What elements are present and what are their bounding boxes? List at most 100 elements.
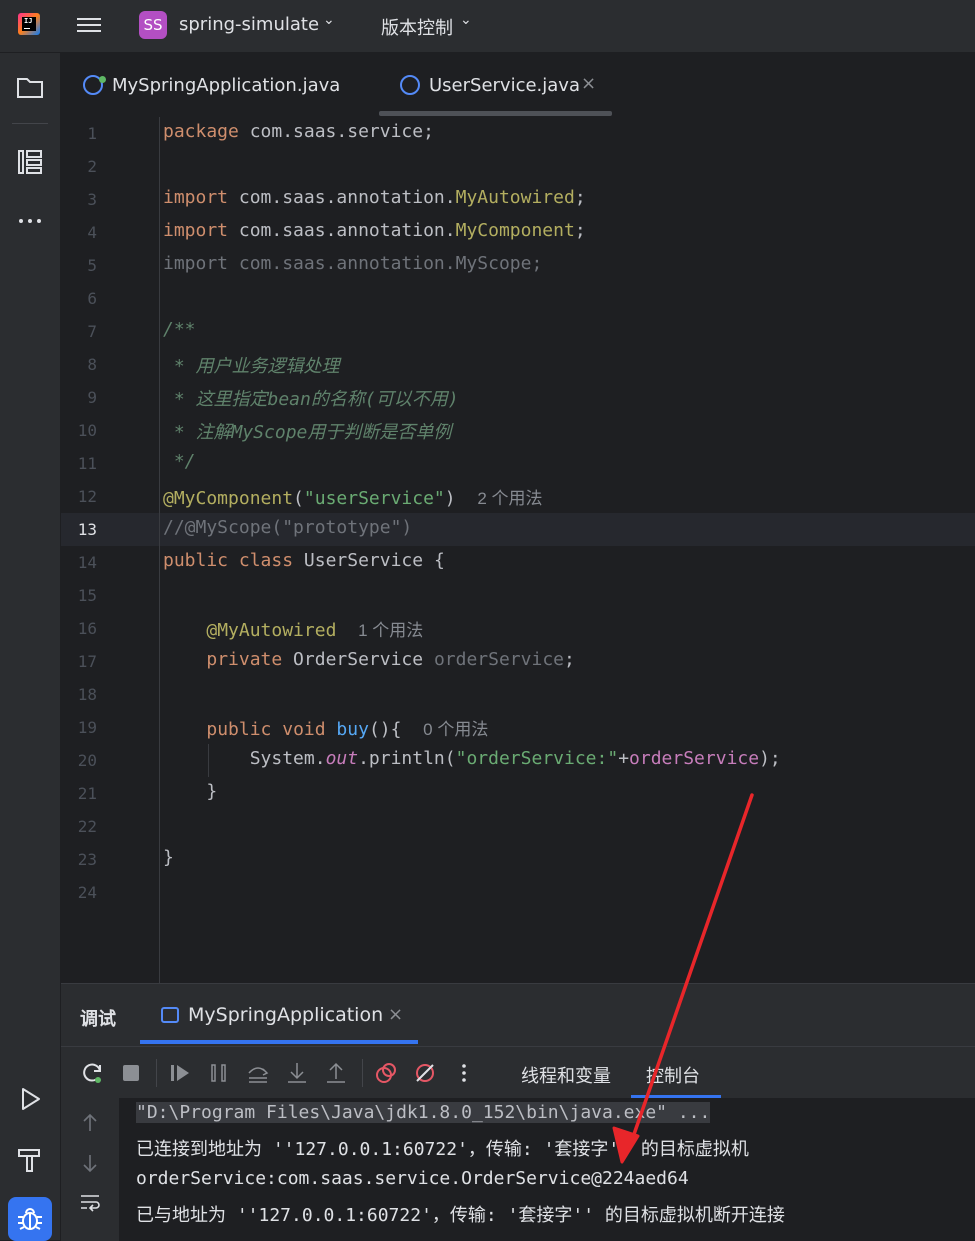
editor-tabs: MySpringApplication.java UserService.jav…	[61, 53, 975, 118]
code-line: @MyComponent("userService") 2 个用法	[163, 488, 543, 509]
tab-debug-session[interactable]: MySpringApplication	[188, 1004, 383, 1026]
active-tab-indicator	[140, 1040, 418, 1044]
console-actions	[61, 1098, 119, 1241]
code-line: public class UserService {	[163, 550, 445, 571]
line-number[interactable]: 24	[61, 883, 97, 902]
code-line: import com.saas.annotation.MyAutowired;	[163, 187, 586, 208]
line-number[interactable]: 17	[61, 652, 97, 671]
close-icon[interactable]: ×	[388, 1004, 403, 1025]
gutter-divider	[159, 117, 160, 983]
line-number[interactable]: 13	[61, 520, 97, 539]
tab-userservice[interactable]: UserService.java ×	[386, 53, 611, 117]
code-line-comment: */	[163, 451, 196, 472]
arrow-down-icon[interactable]	[79, 1152, 101, 1174]
line-number[interactable]: 7	[61, 322, 97, 341]
line-number[interactable]: 10	[61, 421, 97, 440]
console-line: 已连接到地址为 ''127.0.0.1:60722'，传输: '套接字'' 的目…	[136, 1139, 749, 1160]
build-hammer-icon[interactable]	[14, 1143, 46, 1175]
step-out-icon[interactable]	[324, 1061, 348, 1085]
line-number[interactable]: 21	[61, 784, 97, 803]
bug-icon	[18, 1208, 42, 1230]
debug-panel: 调试 MySpringApplication × 线程和变量 控制台 "D:\P…	[61, 983, 975, 1241]
more-options-icon[interactable]	[452, 1061, 476, 1085]
code-line-comment: * 用户业务逻辑处理	[163, 356, 340, 377]
line-number[interactable]: 5	[61, 256, 97, 275]
line-number[interactable]: 8	[61, 355, 97, 374]
java-class-icon	[400, 75, 420, 95]
line-number[interactable]: 12	[61, 487, 97, 506]
usages-hint[interactable]: 0 个用法	[423, 720, 488, 739]
rerun-icon[interactable]	[81, 1061, 105, 1085]
console-line: orderService:com.saas.service.OrderServi…	[136, 1168, 689, 1189]
line-number[interactable]: 4	[61, 223, 97, 242]
code-line-unused-import: import com.saas.annotation.MyScope;	[163, 253, 543, 274]
debug-toolbar: 线程和变量 控制台	[61, 1046, 975, 1099]
stop-icon[interactable]	[119, 1061, 143, 1085]
usages-hint[interactable]: 2 个用法	[477, 489, 542, 508]
mute-breakpoints-icon[interactable]	[413, 1061, 437, 1085]
code-line-comment: //@MyScope("prototype")	[163, 517, 413, 538]
step-over-icon[interactable]	[246, 1061, 270, 1085]
code-line: @MyAutowired 1 个用法	[206, 620, 424, 641]
view-breakpoints-icon[interactable]	[374, 1061, 398, 1085]
more-tools-icon[interactable]	[14, 205, 46, 237]
strip-divider	[12, 123, 48, 124]
line-number[interactable]: 2	[61, 157, 97, 176]
debug-tool-button[interactable]	[8, 1197, 52, 1241]
console-line-command: "D:\Program Files\Java\jdk1.8.0_152\bin\…	[136, 1102, 711, 1123]
java-class-icon	[83, 75, 106, 95]
code-line: package com.saas.service;	[163, 121, 434, 142]
line-number[interactable]: 19	[61, 718, 97, 737]
vcs-menu[interactable]: 版本控制	[381, 14, 453, 40]
resume-icon[interactable]	[168, 1061, 192, 1085]
chevron-down-icon[interactable]: ⌄	[323, 12, 335, 28]
tab-label: UserService.java	[429, 75, 580, 96]
console-line: 已与地址为 ''127.0.0.1:60722'，传输: '套接字'' 的目标虚…	[136, 1205, 785, 1226]
tab-console[interactable]: 控制台	[646, 1062, 700, 1088]
code-line: public void buy(){ 0 个用法	[206, 719, 489, 740]
line-number[interactable]: 18	[61, 685, 97, 704]
tab-threads-variables[interactable]: 线程和变量	[521, 1062, 611, 1088]
line-number[interactable]: 23	[61, 850, 97, 869]
step-into-icon[interactable]	[285, 1061, 309, 1085]
line-number[interactable]: 22	[61, 817, 97, 836]
line-number[interactable]: 14	[61, 553, 97, 572]
title-bar: IJ SS spring-simulate ⌄ 版本控制 ⌄	[0, 0, 975, 53]
line-number[interactable]: 1	[61, 124, 97, 143]
usages-hint[interactable]: 1 个用法	[358, 621, 423, 640]
toolbar-divider	[362, 1059, 363, 1087]
line-number[interactable]: 11	[61, 454, 97, 473]
line-number[interactable]: 16	[61, 619, 97, 638]
line-number[interactable]: 20	[61, 751, 97, 770]
line-number[interactable]: 9	[61, 388, 97, 407]
tab-myspringapplication[interactable]: MySpringApplication.java	[79, 53, 369, 117]
code-line-comment: /**	[163, 319, 196, 340]
project-badge[interactable]: SS	[139, 11, 167, 39]
code-line: System.out.println("orderService:"+order…	[249, 748, 781, 769]
toolbar-divider	[156, 1059, 157, 1087]
code-editor[interactable]: 1 2 3 4 5 6 7 8 9 10 11 12 13 14 15 16 17 18 19 20 21 22 23 24 …	[61, 117, 975, 983]
line-number[interactable]: 6	[61, 289, 97, 308]
arrow-up-icon[interactable]	[79, 1112, 101, 1134]
code-line: }	[163, 847, 174, 868]
logo-text: IJ	[24, 17, 33, 25]
run-icon[interactable]	[14, 1083, 46, 1115]
folder-icon[interactable]	[14, 71, 46, 103]
debug-panel-header: 调试 MySpringApplication ×	[61, 984, 975, 1046]
chevron-down-icon[interactable]: ⌄	[460, 12, 472, 28]
line-number[interactable]: 3	[61, 190, 97, 209]
code-line-comment: * 注解MyScope用于判断是否单例	[163, 422, 452, 443]
tab-label: MySpringApplication.java	[112, 75, 341, 96]
soft-wrap-icon[interactable]	[79, 1192, 101, 1214]
line-number[interactable]: 15	[61, 586, 97, 605]
project-name[interactable]: spring-simulate	[179, 14, 319, 35]
panel-title: 调试	[80, 1009, 116, 1030]
intellij-logo-icon[interactable]: IJ	[18, 13, 40, 35]
code-line: import com.saas.annotation.MyComponent;	[163, 220, 586, 241]
pause-icon[interactable]	[207, 1061, 231, 1085]
tool-window-strip	[0, 53, 61, 1241]
main-menu-icon[interactable]	[77, 14, 101, 36]
structure-icon[interactable]	[14, 146, 46, 178]
close-icon[interactable]: ×	[581, 73, 596, 94]
console-output[interactable]: "D:\Program Files\Java\jdk1.8.0_152\bin\…	[119, 1098, 975, 1241]
